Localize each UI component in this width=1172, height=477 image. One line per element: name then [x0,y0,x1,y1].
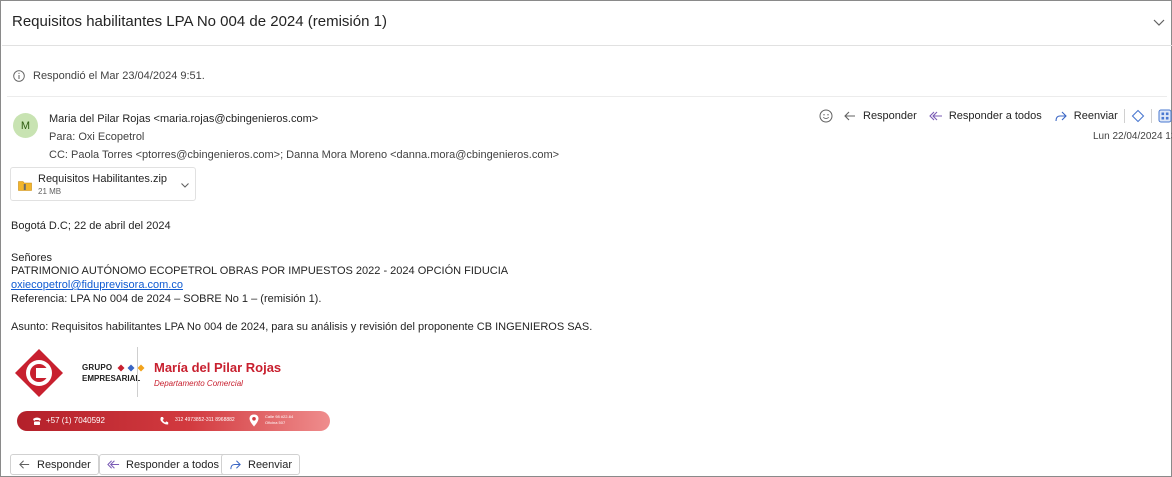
reply-all-label: Responder a todos [126,458,219,471]
forward-button-bottom[interactable]: Reenviar [221,454,301,475]
forward-label: Reenviar [1073,110,1118,122]
reply-label: Responder [863,110,917,122]
recipients-cc: CC: Paola Torres <ptorres@cbingenieros.c… [49,149,560,161]
divider [7,96,1167,97]
chevron-down-icon[interactable] [1152,15,1166,29]
reply-info-text: Respondió el Mar 23/04/2024 9:51. [33,70,205,82]
forward-label: Reenviar [248,458,293,471]
body-date-line: Bogotá D.C; 22 de abril del 2024 [11,220,171,232]
forward-icon [230,460,241,470]
reply-all-icon [107,460,120,469]
reply-all-button[interactable]: Responder a todos [929,109,1042,123]
phone-icon [33,417,41,425]
zip-folder-icon [18,181,32,191]
body-reference: Referencia: LPA No 004 de 2024 – SOBRE N… [11,293,322,305]
body-greeting: Señores [11,252,52,264]
logo-text-empresarial: EMPRESARIAL [82,374,141,383]
reply-all-label: Responder a todos [948,110,1042,122]
avatar[interactable]: M [13,113,38,138]
recipients-to: Para: Oxi Ecopetrol [49,131,145,143]
emoji-icon[interactable] [819,109,833,123]
reply-button[interactable]: Responder [843,109,917,123]
mobile-phone-icon [160,417,169,425]
signature-address: Calle 98 #22-64 Oficina 507 [265,414,294,425]
reply-button-bottom[interactable]: Responder [10,454,99,475]
body-addressee: PATRIMONIO AUTÓNOMO ECOPETROL OBRAS POR … [11,265,509,277]
reply-icon [844,111,855,121]
chevron-down-icon[interactable] [179,179,191,191]
reply-all-icon [929,111,942,121]
signature-mobile: 312 4973852-311 8968882 [175,417,235,423]
reply-label: Responder [37,458,91,471]
signature-department: Departamento Comercial [154,379,243,388]
location-pin-icon [249,414,259,427]
body-email-link[interactable]: oxiecopetrol@fiduprevisora.com.co [11,279,183,291]
email-reading-pane: Requisitos habilitantes LPA No 004 de 20… [0,0,1172,477]
forward-icon [1055,111,1067,122]
forward-button[interactable]: Reenviar [1054,109,1118,123]
signature-name: María del Pilar Rojas [154,360,282,375]
message-actions: Responder Responder a todos Reenviar [819,107,1172,125]
reply-icon [19,460,30,469]
sender[interactable]: Maria del Pilar Rojas <maria.rojas@cbing… [49,113,318,125]
signature-phone: +57 (1) 7040592 [46,416,105,425]
apps-icon[interactable] [1158,109,1172,123]
attachment-card[interactable]: Requisitos Habilitantes.zip 21 MB [10,167,196,201]
diamond-icons [117,363,147,372]
message-date: Lun 22/04/2024 13:50 [1093,131,1172,142]
subject-bar: Requisitos habilitantes LPA No 004 de 20… [2,2,1172,46]
attachment-size: 21 MB [38,187,62,196]
info-icon [13,70,25,82]
reply-all-button-bottom[interactable]: Responder a todos [99,454,227,475]
reply-info: Respondió el Mar 23/04/2024 9:51. [13,69,205,83]
signature-contact-bar: +57 (1) 7040592 312 4973852-311 8968882 … [17,411,330,431]
attachment-name: Requisitos Habilitantes.zip [38,173,168,185]
tag-icon[interactable] [1131,109,1145,123]
body-subject-line: Asunto: Requisitos habilitantes LPA No 0… [11,321,593,333]
email-subject: Requisitos habilitantes LPA No 004 de 20… [12,13,387,30]
signature-divider [137,347,138,397]
company-logo-icon [15,349,63,397]
